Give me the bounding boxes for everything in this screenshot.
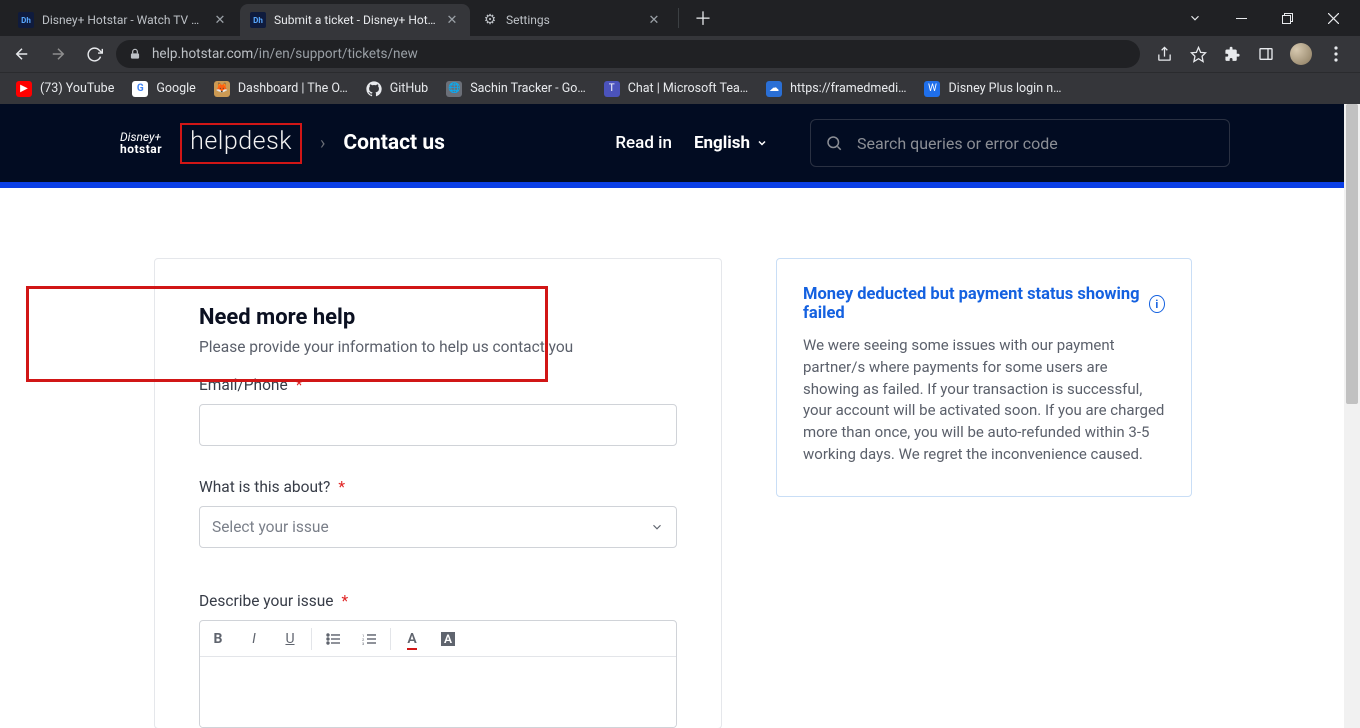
browser-chrome: Dh Disney+ Hotstar - Watch TV Show ✕ Dh … [0,0,1360,104]
content-area: Need more help Please provide your infor… [0,188,1360,728]
search-input[interactable] [857,134,1215,153]
editor-toolbar: B I U 123 A [200,621,676,657]
rich-text-editor: B I U 123 A [199,620,677,728]
text-color-button[interactable]: A [394,621,430,657]
toolbar-separator [311,628,312,650]
hotstar-logo-icon: Disney+ hotstar [120,131,162,155]
bookmark-disneyplus-login[interactable]: WDisney Plus login n… [924,81,1061,97]
profile-avatar[interactable] [1290,43,1312,65]
toolbar: help.hotstar.com/in/en/support/tickets/n… [0,36,1360,72]
titlebar: Dh Disney+ Hotstar - Watch TV Show ✕ Dh … [0,0,1360,36]
tab-hotstar-home[interactable]: Dh Disney+ Hotstar - Watch TV Show ✕ [8,4,238,36]
tab-label: Settings [506,13,638,27]
bookmark-sachin[interactable]: 🌐Sachin Tracker - Go… [446,81,586,97]
bookmark-teams[interactable]: TChat | Microsoft Tea… [604,81,748,97]
star-icon[interactable] [1188,44,1208,64]
scrollbar-track[interactable] [1344,104,1360,728]
language-selector[interactable]: English [694,133,768,153]
sidepanel-icon[interactable] [1256,44,1276,64]
describe-label: Describe your issue* [199,592,677,610]
bold-button[interactable]: B [200,621,236,657]
close-icon[interactable]: ✕ [444,12,460,28]
toolbar-actions [1148,43,1352,65]
window-controls [1172,0,1360,36]
chevron-right-icon: › [320,133,325,154]
bookmarks-bar: ▶(73) YouTube GGoogle 🦊Dashboard | The O… [0,72,1360,104]
close-icon[interactable]: ✕ [646,12,662,28]
about-label: What is this about?* [199,478,677,496]
required-icon: * [342,592,349,610]
numbered-list-button[interactable]: 123 [351,621,387,657]
required-icon: * [338,478,345,496]
bullet-list-button[interactable] [315,621,351,657]
minimize-button[interactable] [1218,1,1264,35]
highlight-color-button[interactable]: A [430,621,466,657]
email-input[interactable] [212,416,664,434]
kebab-menu-icon[interactable] [1326,44,1346,64]
toolbar-separator [390,628,391,650]
bookmark-github[interactable]: GitHub [366,81,428,97]
url-text: help.hotstar.com/in/en/support/tickets/n… [152,46,418,62]
bookmark-odin[interactable]: 🦊Dashboard | The O… [214,81,348,97]
tab-settings[interactable]: ⚙ Settings ✕ [472,4,672,36]
viewport: Disney+ hotstar helpdesk › Contact us Re… [0,104,1360,728]
breadcrumb-contact-us[interactable]: Contact us [343,131,445,155]
editor-textarea[interactable] [200,657,676,727]
select-placeholder: Select your issue [212,518,329,536]
bookmark-google[interactable]: GGoogle [132,81,195,97]
extensions-icon[interactable] [1222,44,1242,64]
address-bar[interactable]: help.hotstar.com/in/en/support/tickets/n… [116,40,1140,68]
favicon-icon: Dh [250,12,266,28]
info-icon: i [1149,295,1165,313]
page: Disney+ hotstar helpdesk › Contact us Re… [0,104,1360,728]
tab-label: Disney+ Hotstar - Watch TV Show [42,13,204,27]
reload-button[interactable] [80,40,108,68]
language-current: English [694,133,750,153]
issue-select[interactable]: Select your issue [199,506,677,548]
email-field-wrapper [199,404,677,446]
bookmark-youtube[interactable]: ▶(73) YouTube [16,81,114,97]
url-path: /in/en/support/tickets/new [253,46,418,62]
info-title: Money deducted but payment status showin… [803,285,1143,323]
brand-logo[interactable]: Disney+ hotstar [120,131,162,155]
form-subtitle: Please provide your information to help … [199,338,677,356]
close-window-button[interactable] [1310,1,1356,35]
search-icon [825,134,843,152]
url-host: help.hotstar.com [152,46,253,62]
email-label: Email/Phone* [199,376,677,394]
info-title-row[interactable]: Money deducted but payment status showin… [803,285,1165,323]
chevron-down-icon [650,520,664,534]
forward-button[interactable] [44,40,72,68]
underline-button[interactable]: U [272,621,308,657]
tab-divider [678,8,679,28]
italic-button[interactable]: I [236,621,272,657]
header-search[interactable] [810,119,1230,167]
required-icon: * [296,376,303,394]
tab-label: Submit a ticket - Disney+ Hotstar [274,13,436,27]
chevron-down-icon[interactable] [1172,1,1218,35]
form-title: Need more help [199,305,677,330]
chevron-down-icon [756,137,768,149]
lock-icon [128,47,142,61]
bookmark-framedmedi[interactable]: ☁https://framedmedi… [766,81,906,97]
tab-submit-ticket[interactable]: Dh Submit a ticket - Disney+ Hotstar ✕ [240,4,470,36]
svg-text:3: 3 [362,641,364,645]
info-card: Money deducted but payment status showin… [776,258,1192,497]
site-header: Disney+ hotstar helpdesk › Contact us Re… [0,104,1360,182]
share-icon[interactable] [1154,44,1174,64]
back-button[interactable] [8,40,36,68]
new-tab-button[interactable]: ＋ [689,4,717,32]
favicon-icon: Dh [18,12,34,28]
close-icon[interactable]: ✕ [212,12,228,28]
gear-icon: ⚙ [482,12,498,28]
info-body: We were seeing some issues with our paym… [803,335,1165,466]
maximize-button[interactable] [1264,1,1310,35]
scrollbar-thumb[interactable] [1346,104,1358,404]
tab-strip: Dh Disney+ Hotstar - Watch TV Show ✕ Dh … [0,0,1172,36]
readin-label: Read in [615,133,672,153]
helpdesk-label: helpdesk [180,123,302,164]
ticket-form-card: Need more help Please provide your infor… [154,258,722,728]
